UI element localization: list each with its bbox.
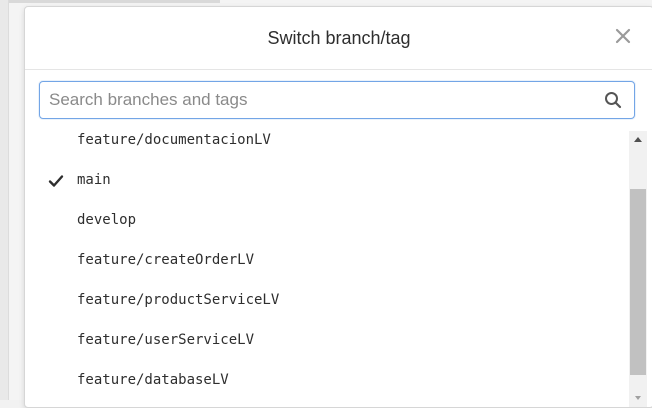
branch-item-feature-documentacionlv[interactable]: feature/documentacionLV: [25, 121, 627, 161]
branch-item-main[interactable]: main: [25, 161, 627, 201]
modal-header: Switch branch/tag: [25, 7, 652, 70]
background-header-strip: [0, 0, 220, 3]
close-icon: [615, 28, 631, 44]
branch-list-scrollbar[interactable]: [629, 131, 647, 407]
branch-item-feature-databaselv[interactable]: feature/databaseLV: [25, 361, 627, 401]
branch-label: feature/createOrderLV: [77, 252, 255, 268]
branch-item-feature-userservicelv[interactable]: feature/userServiceLV: [25, 321, 627, 361]
branch-label: develop: [77, 212, 137, 228]
search-input[interactable]: [40, 82, 589, 118]
branch-item-feature-productservicelv[interactable]: feature/productServiceLV: [25, 281, 627, 321]
branch-list: feature/documentacionLV main develop fea…: [25, 121, 627, 407]
search-box: [39, 81, 635, 119]
close-button[interactable]: [613, 25, 633, 47]
background-panel-edge: [0, 0, 9, 400]
branch-item-feature-createorderlv[interactable]: feature/createOrderLV: [25, 241, 627, 281]
branch-label: feature/userServiceLV: [77, 332, 255, 348]
checkmark-icon: [48, 175, 64, 187]
scroll-thumb[interactable]: [630, 189, 646, 375]
arrow-up-icon: [634, 137, 642, 142]
branch-label: main: [77, 172, 111, 188]
branch-item-develop[interactable]: develop: [25, 201, 627, 241]
scroll-up-button[interactable]: [629, 131, 647, 149]
modal-title: Switch branch/tag: [267, 28, 411, 48]
arrow-down-icon: [635, 396, 641, 400]
branch-label: feature/productServiceLV: [77, 292, 280, 308]
branch-label: feature/databaseLV: [77, 372, 229, 388]
search-icon[interactable]: [604, 91, 622, 109]
branch-label: feature/documentacionLV: [77, 132, 271, 148]
switch-branch-modal: Switch branch/tag feature/documentacionL…: [24, 6, 652, 408]
scroll-down-button[interactable]: [629, 389, 647, 407]
